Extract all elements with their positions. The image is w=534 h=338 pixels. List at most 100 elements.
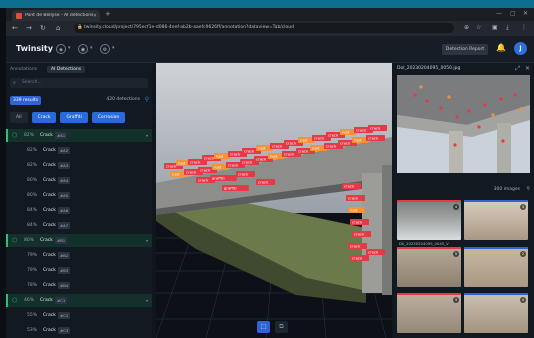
- chevron-down-icon[interactable]: ▾: [112, 45, 115, 51]
- chevron-down-icon[interactable]: ▾: [146, 234, 148, 247]
- crop-tool-button[interactable]: ⧉: [275, 321, 288, 333]
- close-tab-icon[interactable]: ✕: [93, 13, 97, 19]
- image-thumbnail[interactable]: 3: [464, 200, 528, 240]
- image-thumbnail[interactable]: 5: [397, 247, 461, 287]
- chevron-down-icon[interactable]: ▾: [146, 129, 148, 142]
- confidence-label: 80%: [27, 193, 38, 198]
- user-avatar[interactable]: J: [514, 42, 527, 55]
- tab-annotations[interactable]: Annotations: [10, 67, 37, 72]
- tab-ai-detections[interactable]: AI Detections: [47, 65, 86, 73]
- close-window-icon[interactable]: ✕: [523, 10, 528, 17]
- detection-group-row[interactable]: ⬡ 82% Crack #A1 ▾: [6, 129, 152, 142]
- address-bar[interactable]: 🔒 twinsity.cloud/project/795ecf1e-d086-4…: [74, 23, 454, 33]
- image-thumbnail[interactable]: 4: [397, 200, 461, 240]
- new-tab-icon[interactable]: +: [105, 10, 111, 18]
- translate-icon[interactable]: ⊕: [464, 24, 469, 31]
- chevron-down-icon[interactable]: ▾: [90, 45, 93, 51]
- filter-crack-button[interactable]: Crack: [31, 112, 57, 123]
- detection-label-tag[interactable]: rust: [348, 207, 365, 213]
- detection-label-tag[interactable]: rust: [212, 164, 229, 170]
- forward-icon[interactable]: →: [26, 24, 32, 32]
- chevron-down-icon[interactable]: ▾: [68, 45, 71, 51]
- detection-label-tag[interactable]: rust: [352, 137, 369, 143]
- detection-row[interactable]: 80% Crack #A4: [6, 174, 152, 187]
- detection-label-tag[interactable]: crack: [368, 125, 387, 131]
- app-logo[interactable]: Twinsity: [16, 44, 53, 53]
- detection-label-tag[interactable]: crack: [256, 179, 275, 185]
- chevron-down-icon[interactable]: ▾: [146, 294, 148, 307]
- detection-label-tag[interactable]: rust: [310, 145, 327, 151]
- detection-label-text: rust: [258, 146, 266, 151]
- filter-icon[interactable]: ⚲: [145, 96, 149, 103]
- detection-label-tag[interactable]: rust: [340, 129, 357, 135]
- extensions-icon[interactable]: ▣: [492, 24, 498, 31]
- detection-row[interactable]: 53% Crack #C3: [6, 324, 152, 337]
- point-cloud-viewer[interactable]: crack rust crack crack rust crack crack rust cra…: [156, 63, 392, 338]
- image-thumbnail[interactable]: 3: [397, 293, 461, 333]
- project-icon[interactable]: ◈: [56, 44, 66, 54]
- search-input[interactable]: ⌕ Search...: [10, 78, 148, 88]
- detection-label-tag[interactable]: crack: [366, 249, 385, 255]
- settings-icon[interactable]: ⚙: [100, 44, 110, 54]
- detection-row[interactable]: 82% Crack #A3: [6, 159, 152, 172]
- detection-report-button[interactable]: Detection Report: [442, 44, 488, 55]
- filter-corrosion-button[interactable]: Corrosion: [91, 112, 126, 123]
- detection-label-tag[interactable]: rust: [170, 171, 187, 177]
- detection-id-chip: #C1: [55, 297, 68, 304]
- detection-label-tag[interactable]: crack: [348, 243, 367, 249]
- class-label: Crack: [43, 178, 56, 183]
- detection-label-tag[interactable]: rust: [268, 153, 285, 159]
- detection-label-tag[interactable]: crack: [236, 171, 255, 177]
- detection-label-tag[interactable]: crack: [352, 231, 371, 237]
- class-label: Crack: [40, 238, 53, 243]
- thumbnail-status-bar: [397, 200, 461, 202]
- detection-label-tag[interactable]: crack: [342, 183, 361, 189]
- view-icon[interactable]: ◉: [78, 44, 88, 54]
- detection-label-tag[interactable]: crack: [350, 255, 369, 261]
- detection-label-tag[interactable]: crack: [366, 135, 385, 141]
- detection-row[interactable]: 79% Crack #B2: [6, 249, 152, 262]
- detection-group-row[interactable]: ⬡ 46% Crack #C1 ▾: [6, 294, 152, 307]
- browser-tab[interactable]: Pont de Bellyse - AI detections ✕: [12, 10, 100, 21]
- detection-row[interactable]: 78% Crack #B4: [6, 279, 152, 292]
- filter-icon[interactable]: ⚲: [526, 186, 530, 192]
- image-thumbnail[interactable]: 2: [464, 247, 528, 287]
- detection-label-tag[interactable]: graffiti: [210, 175, 237, 181]
- detection-row[interactable]: 80% Crack #A5: [6, 189, 152, 202]
- detection-label-tag[interactable]: rust: [256, 145, 273, 151]
- detection-label-tag[interactable]: rust: [298, 137, 315, 143]
- detection-row[interactable]: 79% Crack #B3: [6, 264, 152, 277]
- select-tool-button[interactable]: ⬚: [257, 321, 270, 333]
- detection-row[interactable]: 84% Crack #A7: [6, 219, 152, 232]
- detection-group-row[interactable]: ⬡ 80% Crack #B1 ▾: [6, 234, 152, 247]
- detection-label-tag[interactable]: crack: [350, 219, 369, 225]
- detection-label-text: rust: [350, 208, 358, 213]
- detection-label-text: crack: [186, 170, 197, 175]
- minimize-icon[interactable]: —: [496, 10, 502, 17]
- results-badge[interactable]: 339 results: [10, 96, 42, 105]
- detection-row[interactable]: 82% Crack #A2: [6, 144, 152, 157]
- detection-row[interactable]: 84% Crack #A6: [6, 204, 152, 217]
- back-icon[interactable]: ←: [12, 24, 18, 32]
- confidence-label: 84%: [27, 208, 38, 213]
- expand-icon[interactable]: ⤢: [515, 65, 520, 73]
- filter-graffiti-button[interactable]: Graffiti: [60, 112, 88, 123]
- download-icon[interactable]: ⤓: [506, 24, 509, 32]
- filter-all-button[interactable]: All: [10, 112, 28, 123]
- bookmark-star-icon[interactable]: ☆: [476, 24, 481, 31]
- detection-id-chip: #B1: [55, 237, 68, 244]
- reload-icon[interactable]: ↻: [40, 24, 46, 32]
- notification-bell-icon[interactable]: 🔔: [496, 43, 506, 52]
- maximize-icon[interactable]: ▢: [510, 10, 516, 17]
- close-icon[interactable]: ✕: [525, 65, 530, 72]
- image-thumbnail[interactable]: 4: [464, 293, 528, 333]
- detection-row[interactable]: 55% Crack #C2: [6, 309, 152, 322]
- menu-dots-icon[interactable]: ⋮: [521, 24, 527, 31]
- app-header: Twinsity ◈ ▾ ◉ ▾ ⚙ ▾ Detection Report 🔔 …: [6, 36, 534, 63]
- detection-label-tag[interactable]: crack: [346, 195, 365, 201]
- class-label: Crack: [43, 283, 56, 288]
- detection-label-tag[interactable]: rust: [214, 153, 231, 159]
- home-icon[interactable]: ⌂: [56, 24, 60, 32]
- selected-image[interactable]: [397, 75, 530, 173]
- detection-label-tag[interactable]: graffiti: [222, 185, 249, 191]
